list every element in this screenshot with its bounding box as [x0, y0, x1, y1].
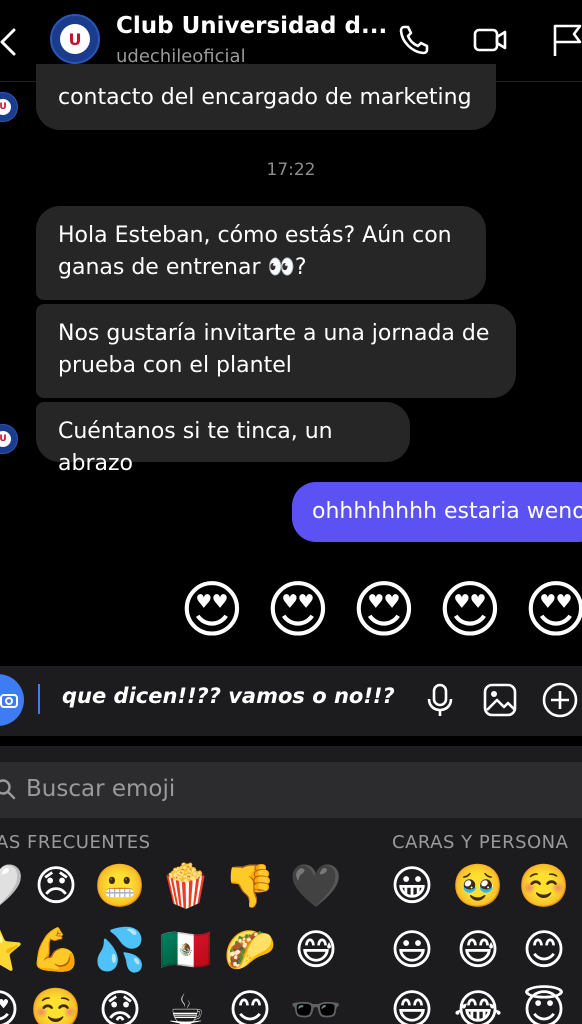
emoji-key[interactable]: ⭐ [0, 922, 26, 978]
phone-icon[interactable] [394, 20, 434, 60]
plus-icon[interactable] [540, 680, 580, 720]
category-faces-label: CARAS Y PERSONA [392, 832, 569, 853]
emoji-key[interactable]: ☺️ [516, 858, 572, 914]
emoji-key[interactable]: 🖤 [288, 858, 344, 914]
message-bubble[interactable]: Nos gustaría invitarte a una jornada de … [36, 304, 516, 398]
message-text: Hola Esteban, cómo estás? Aún con [58, 223, 452, 248]
flag-icon[interactable] [546, 20, 582, 60]
back-arrow-icon[interactable] [0, 22, 32, 62]
emoji-key[interactable]: 🥹 [450, 858, 506, 914]
page-title[interactable]: Club Universidad d... [116, 13, 387, 39]
emoji-key[interactable]: 😟 [92, 982, 148, 1024]
message-input[interactable]: que dicen!!?? vamos o no!!? [62, 684, 395, 708]
message-bubble[interactable]: Cuéntanos si te tinca, un abrazo [36, 402, 410, 476]
camera-icon [0, 694, 18, 708]
emoji-key[interactable]: 💪 [28, 922, 84, 978]
sender-avatar[interactable]: U [0, 424, 18, 454]
emoji-key[interactable]: 🌮 [222, 922, 278, 978]
video-icon[interactable] [470, 20, 510, 60]
heart-eyes-emoji: 😍 [265, 573, 331, 646]
emoji-key[interactable]: ☕ [158, 982, 214, 1024]
emoji-key[interactable]: 🍿 [158, 858, 214, 914]
text-cursor [38, 684, 40, 714]
emoji-key[interactable]: 😂 [450, 982, 506, 1024]
category-frequent-label: AS FRECUENTES [0, 832, 151, 853]
message-text: Cuéntanos si te tinca, un abrazo [58, 419, 333, 476]
reaction-emoji-message[interactable]: 😍 😍 😍 😍 😍 [174, 572, 582, 652]
heart-eyes-emoji: 😍 [351, 573, 417, 646]
emoji-key[interactable]: 😄 [384, 982, 440, 1024]
emoji-key[interactable]: 😞 [28, 858, 84, 914]
message-text: ganas de entrenar 👀? [58, 255, 307, 280]
emoji-key[interactable]: 👎 [222, 858, 278, 914]
emoji-key[interactable]: 🇲🇽 [158, 922, 214, 978]
heart-eyes-emoji: 😍 [179, 573, 245, 646]
emoji-key[interactable]: 🕶️ [288, 982, 344, 1024]
emoji-key[interactable]: 😅 [450, 922, 506, 978]
emoji-key[interactable]: 😀 [384, 858, 440, 914]
emoji-key[interactable]: 😃 [384, 922, 440, 978]
message-bubble[interactable]: Hola Esteban, cómo estás? Aún con ganas … [36, 206, 486, 300]
emoji-key[interactable]: 🤍 [0, 858, 26, 914]
message-text: Nos gustaría invitarte a una jornada de [58, 321, 490, 346]
search-icon [0, 779, 16, 800]
heart-eyes-emoji: 😍 [523, 573, 582, 646]
emoji-key[interactable]: 😅 [288, 922, 344, 978]
search-placeholder: Buscar emoji [26, 776, 176, 802]
sender-avatar[interactable]: U [0, 92, 18, 122]
emoji-key[interactable]: 💦 [92, 922, 148, 978]
message-text: contacto del encargado de marketing [58, 85, 472, 110]
emoji-key[interactable]: 😇 [516, 982, 572, 1024]
club-logo: U [60, 24, 90, 54]
message-bubble[interactable]: contacto del encargado de marketing [36, 64, 496, 130]
avatar[interactable]: U [50, 14, 100, 64]
emoji-key[interactable]: 😍 [0, 982, 26, 1024]
emoji-key[interactable]: ☺️ [28, 982, 84, 1024]
timestamp: 17:22 [266, 160, 316, 180]
emoji-key[interactable]: 😊 [222, 982, 278, 1024]
message-text: ohhhhhhhh estaria weno [312, 499, 582, 524]
heart-eyes-emoji: 😍 [437, 573, 503, 646]
emoji-key[interactable]: 😬 [92, 858, 148, 914]
message-text: prueba con el plantel [58, 353, 292, 378]
microphone-icon[interactable] [420, 680, 460, 720]
image-icon[interactable] [480, 680, 520, 720]
emoji-key[interactable]: 😊 [516, 922, 572, 978]
outgoing-message[interactable]: ohhhhhhhh estaria weno [292, 482, 582, 542]
